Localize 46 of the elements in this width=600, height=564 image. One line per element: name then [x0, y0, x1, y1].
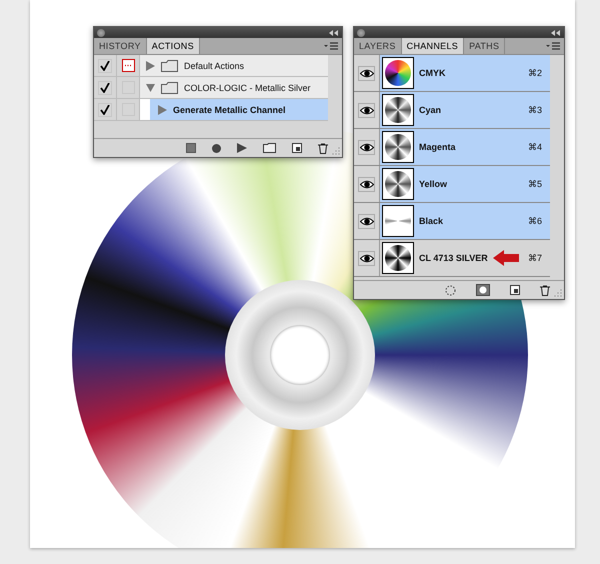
trash-icon[interactable] — [318, 142, 328, 154]
folder-icon — [161, 82, 178, 94]
selection-circle-icon[interactable] — [445, 284, 456, 296]
action-row[interactable]: Generate Metallic Channel — [140, 99, 328, 120]
action-row[interactable]: COLOR-LOGIC - Metallic Silver — [140, 77, 328, 98]
panel-tab[interactable]: ACTIONS — [146, 38, 200, 54]
triangle-down-icon[interactable] — [146, 82, 155, 92]
resize-grip-icon[interactable] — [332, 147, 340, 155]
triangle-right-icon[interactable] — [146, 60, 155, 70]
visibility-toggle[interactable] — [358, 102, 375, 118]
folder-icon — [161, 60, 178, 72]
new-item-icon[interactable] — [510, 285, 520, 295]
action-row[interactable]: Default Actions — [140, 55, 328, 76]
mask-icon[interactable] — [476, 284, 490, 296]
channel-row[interactable]: CMYK ⌘2 — [380, 55, 550, 91]
play-icon[interactable] — [237, 143, 247, 153]
panel-tab[interactable]: CHANNELS — [402, 38, 464, 54]
action-name: Generate Metallic Channel — [173, 104, 286, 114]
checkbox[interactable] — [98, 102, 112, 116]
visibility-toggle[interactable] — [358, 250, 375, 266]
channel-row[interactable]: Magenta ⌘4 — [380, 129, 550, 165]
visibility-toggle[interactable] — [358, 176, 375, 192]
triangle-right-icon[interactable] — [158, 104, 167, 114]
collapse-icon[interactable] — [329, 30, 338, 36]
menu-icon[interactable] — [324, 42, 338, 50]
checkbox[interactable] — [98, 58, 112, 72]
visibility-toggle[interactable] — [358, 66, 375, 80]
visibility-toggle[interactable] — [358, 140, 375, 154]
new-item-icon[interactable] — [292, 143, 302, 153]
dialog-toggle[interactable] — [122, 59, 134, 72]
action-name: Default Actions — [184, 60, 244, 70]
folder-icon[interactable] — [263, 143, 276, 153]
menu-icon[interactable] — [546, 42, 560, 50]
channel-row[interactable]: Cyan ⌘3 — [380, 92, 550, 128]
collapse-icon[interactable] — [551, 30, 560, 36]
visibility-toggle[interactable] — [358, 214, 375, 228]
channel-row[interactable]: Yellow ⌘5 — [380, 166, 550, 202]
ellipsis-icon — [124, 64, 132, 67]
channel-row[interactable]: Black ⌘6 — [380, 203, 550, 239]
close-icon[interactable] — [97, 28, 105, 36]
action-name: COLOR-LOGIC - Metallic Silver — [184, 82, 311, 92]
record-icon[interactable] — [212, 144, 221, 152]
close-icon[interactable] — [357, 28, 365, 36]
checkbox[interactable] — [98, 80, 112, 94]
trash-icon[interactable] — [540, 284, 550, 296]
resize-grip-icon[interactable] — [554, 289, 562, 297]
